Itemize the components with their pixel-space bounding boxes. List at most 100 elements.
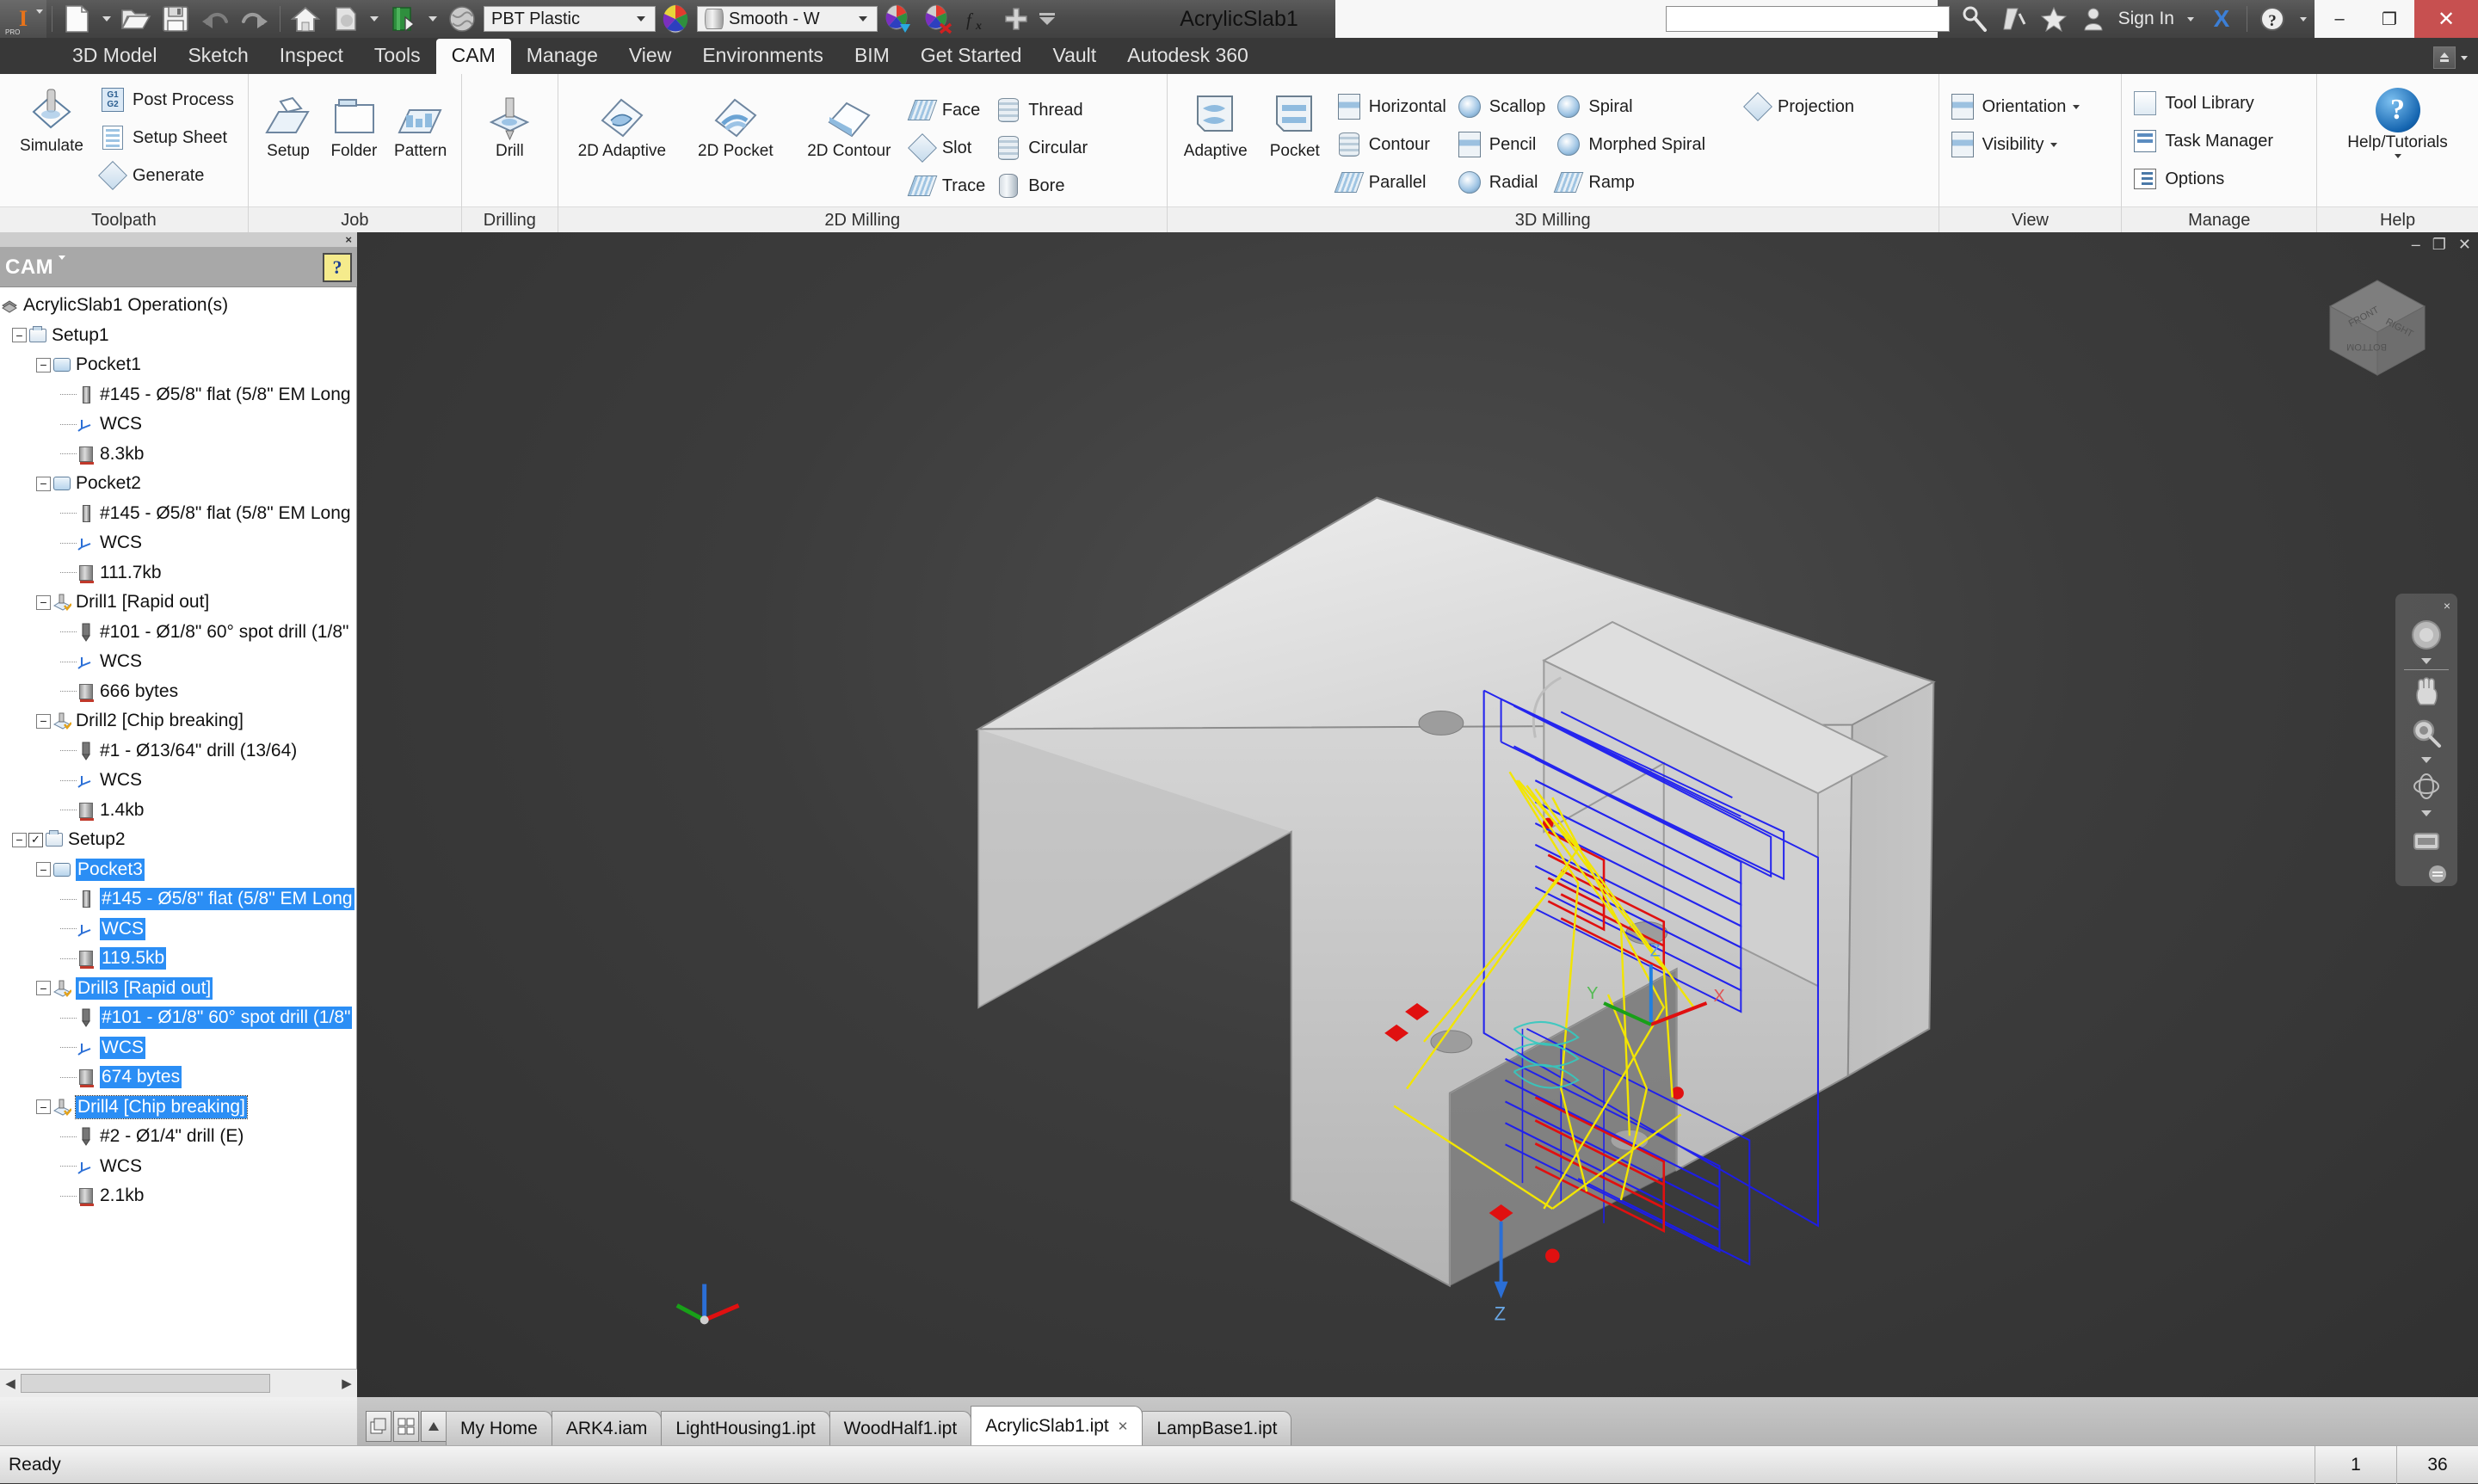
tree-row[interactable]: #145 - Ø5/8" flat (5/8" EM Long [0, 884, 356, 914]
tree-row[interactable]: −✓Setup2 [0, 825, 356, 855]
tab-scroll-up-icon[interactable] [421, 1411, 447, 1442]
tree-row[interactable]: #145 - Ø5/8" flat (5/8" EM Long [0, 499, 356, 529]
tab-cam[interactable]: CAM [436, 39, 511, 74]
home-icon[interactable] [286, 2, 325, 36]
tree-row[interactable]: 2.1kb [0, 1181, 356, 1211]
tab-vault[interactable]: Vault [1037, 39, 1112, 74]
circular-button[interactable]: Circular [992, 129, 1094, 167]
material-sphere-icon[interactable] [442, 2, 482, 36]
tree-row[interactable]: −Setup1 [0, 321, 356, 351]
help-chevron-down-icon[interactable] [2395, 154, 2401, 158]
options-button[interactable]: Options [2129, 160, 2280, 198]
tree-row[interactable]: WCS [0, 647, 356, 677]
parallel-button[interactable]: Parallel [1333, 163, 1453, 201]
material-library-icon[interactable] [384, 2, 423, 36]
search-input[interactable] [1666, 6, 1950, 32]
tree-row[interactable]: −Pocket1 [0, 350, 356, 380]
tree-row[interactable]: #2 - Ø1/4" drill (E) [0, 1122, 356, 1152]
ribbon-display-options-icon[interactable] [2433, 46, 2456, 69]
radial-button[interactable]: Radial [1453, 163, 1553, 201]
tab-inspect[interactable]: Inspect [264, 39, 359, 74]
help-circle-icon[interactable]: ? [2253, 2, 2292, 36]
pattern-button[interactable]: Pattern [387, 93, 454, 160]
appearance-combo[interactable]: Smooth - W [697, 6, 878, 32]
sign-in-chevron-down-icon[interactable] [2179, 2, 2202, 36]
inventor-pro-icon[interactable]: I PRO [0, 0, 46, 38]
window-restore-button[interactable]: ❐ [2364, 0, 2414, 38]
spiral-button[interactable]: Spiral [1552, 88, 1712, 126]
3d-viewport[interactable]: – ❐ ✕ FRONT RIGHT BOTTOM × [357, 232, 2478, 1397]
tab-get-started[interactable]: Get Started [905, 39, 1038, 74]
tree-row[interactable]: −Drill4 [Chip breaking] [0, 1093, 356, 1123]
tree-expander[interactable]: − [36, 595, 51, 610]
fx-icon[interactable]: fx [957, 2, 996, 36]
scallop-button[interactable]: Scallop [1453, 88, 1553, 126]
pencil-button[interactable]: Pencil [1453, 126, 1553, 163]
tree-row[interactable]: −Pocket2 [0, 469, 356, 499]
slot-button[interactable]: Slot [906, 129, 992, 167]
tree-checkbox[interactable]: ✓ [28, 833, 43, 847]
tree-row[interactable]: WCS [0, 766, 356, 796]
scroll-left-arrow-icon[interactable]: ◀ [0, 1370, 21, 1397]
scrollbar-thumb[interactable] [21, 1374, 270, 1393]
search-icon[interactable] [1955, 2, 1994, 36]
task-manager-button[interactable]: Task Manager [2129, 122, 2280, 160]
new-document-icon[interactable] [58, 2, 97, 36]
doc-tab-close-icon[interactable]: ✕ [1118, 1419, 1129, 1434]
autodesk-exchange-icon[interactable]: X [2202, 2, 2241, 36]
plus-icon[interactable] [996, 2, 1036, 36]
tree-row[interactable]: WCS [0, 914, 356, 945]
orientation-chevron-down-icon[interactable] [2073, 105, 2080, 109]
tree-row[interactable]: 666 bytes [0, 677, 356, 707]
3d-adaptive-button[interactable]: Adaptive [1174, 86, 1257, 160]
tab-autodesk-360[interactable]: Autodesk 360 [1112, 39, 1264, 74]
tab-tools[interactable]: Tools [359, 39, 436, 74]
scroll-right-arrow-icon[interactable]: ▶ [336, 1370, 357, 1397]
tree-row[interactable]: 1.4kb [0, 796, 356, 826]
window-minimize-button[interactable]: – [2315, 0, 2364, 38]
simulate-button[interactable]: Simulate [7, 79, 96, 155]
doc-tab-lampbase1[interactable]: LampBase1.ipt [1142, 1411, 1291, 1445]
cam-operations-tree[interactable]: AcrylicSlab1 Operation(s)−Setup1−Pocket1… [0, 287, 356, 1369]
appearance-combo-chevron-down-icon[interactable] [853, 16, 873, 22]
color-drop-icon[interactable] [878, 2, 917, 36]
browser-help-icon[interactable]: ? [323, 253, 352, 282]
tab-environments[interactable]: Environments [687, 39, 839, 74]
cascade-windows-icon[interactable] [366, 1411, 391, 1442]
appearance-chevron-down-icon[interactable] [365, 2, 384, 36]
undo-arrow-icon[interactable] [195, 2, 235, 36]
ramp-button[interactable]: Ramp [1552, 163, 1712, 201]
new-dropdown-chevron-down-icon[interactable] [97, 2, 116, 36]
2d-pocket-button[interactable]: 2D Pocket [679, 89, 792, 160]
tree-row[interactable]: WCS [0, 409, 356, 440]
folder-button[interactable]: Folder [321, 93, 386, 160]
doc-tab-woodhalf1[interactable]: WoodHalf1.ipt [829, 1411, 972, 1445]
3d-contour-button[interactable]: Contour [1333, 126, 1453, 163]
tree-row[interactable]: WCS [0, 528, 356, 558]
projection-button[interactable]: Projection [1741, 88, 1861, 126]
floppy-save-icon[interactable] [156, 2, 195, 36]
tree-row[interactable]: 119.5kb [0, 944, 356, 974]
app-menu-chevron-down-icon[interactable] [36, 14, 43, 29]
material-combo[interactable]: PBT Plastic [484, 6, 656, 32]
orientation-button[interactable]: Orientation [1946, 88, 2087, 126]
appearance-icon[interactable] [325, 2, 365, 36]
tree-row[interactable]: 8.3kb [0, 440, 356, 470]
sign-in-avatar-icon[interactable] [2074, 2, 2113, 36]
tree-row[interactable]: #101 - Ø1/8" 60° spot drill (1/8" [0, 1003, 356, 1033]
tree-row[interactable]: 674 bytes [0, 1062, 356, 1093]
redo-arrow-icon[interactable] [235, 2, 274, 36]
post-process-button[interactable]: G1G2 Post Process [96, 81, 241, 119]
tree-row[interactable]: −Drill3 [Rapid out] [0, 974, 356, 1004]
tree-row[interactable]: WCS [0, 1033, 356, 1063]
tree-row[interactable]: −Drill2 [Chip breaking] [0, 706, 356, 736]
tab-3d-model[interactable]: 3D Model [57, 39, 172, 74]
tab-view[interactable]: View [613, 39, 687, 74]
doc-tab-ark4[interactable]: ARK4.iam [552, 1411, 663, 1445]
horizontal-button[interactable]: Horizontal [1333, 88, 1453, 126]
tab-bim[interactable]: BIM [839, 39, 905, 74]
face-button[interactable]: Face [906, 91, 992, 129]
help-tutorials-button[interactable]: ? Help/Tutorials [2325, 84, 2471, 158]
tree-row[interactable]: #145 - Ø5/8" flat (5/8" EM Long [0, 380, 356, 410]
tree-expander[interactable]: − [12, 833, 27, 847]
